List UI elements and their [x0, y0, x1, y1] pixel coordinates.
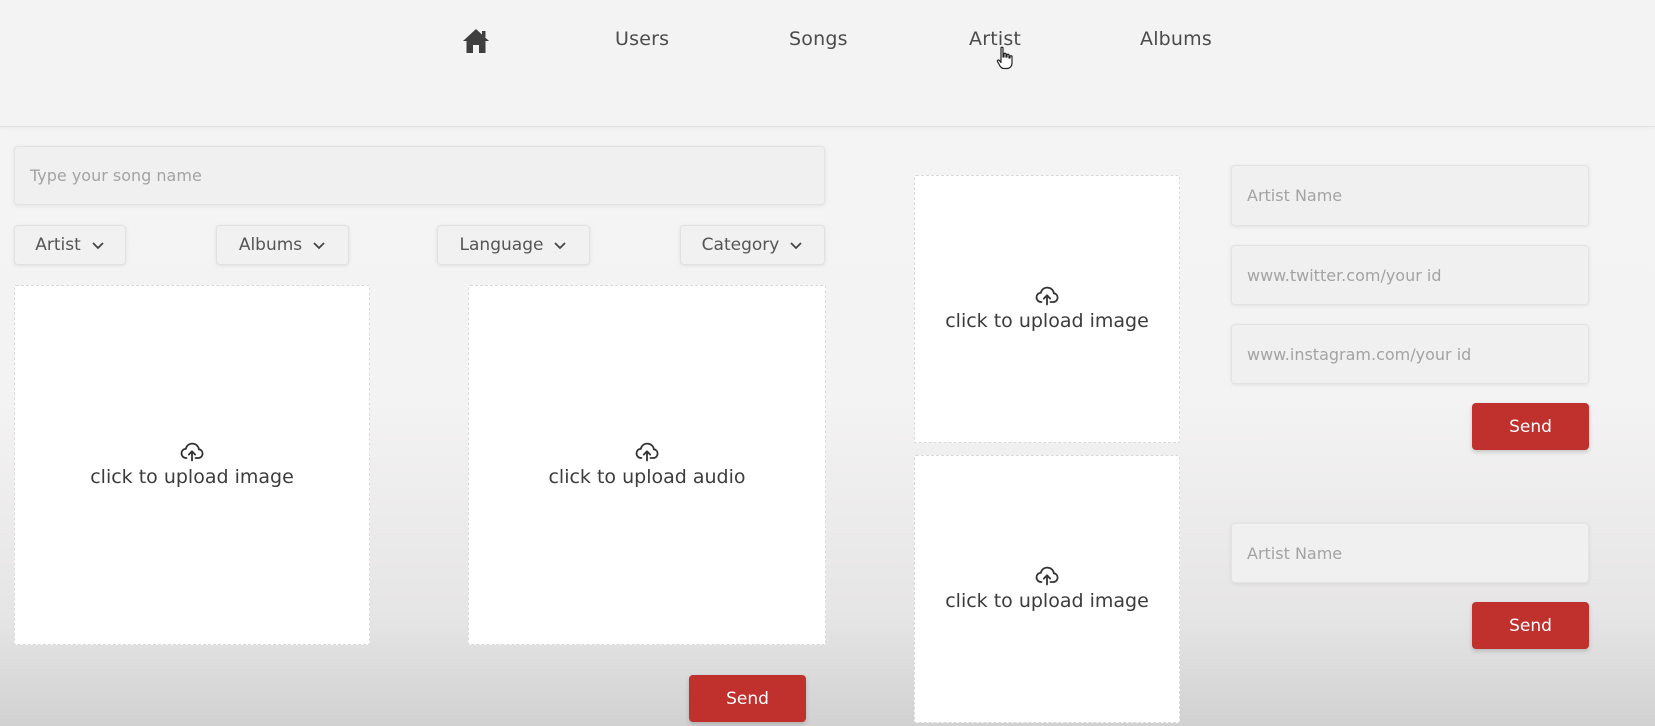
- upload-image-label: click to upload image: [90, 466, 294, 488]
- nav-users[interactable]: Users: [615, 28, 669, 50]
- instagram-url-input[interactable]: [1231, 324, 1589, 384]
- album-send-button[interactable]: Send: [1472, 602, 1589, 649]
- top-nav: Users Songs Artist Albums: [0, 0, 1655, 127]
- album-artist-name-input[interactable]: [1231, 523, 1589, 583]
- chevron-down-icon: [554, 241, 567, 249]
- song-name-input[interactable]: [14, 146, 825, 205]
- chevron-down-icon: [313, 241, 325, 249]
- twitter-url-input[interactable]: [1231, 245, 1589, 305]
- cloud-upload-icon: [1035, 566, 1059, 586]
- artist-filter-dropdown[interactable]: Artist: [14, 225, 126, 265]
- artist-name-input[interactable]: [1231, 165, 1589, 226]
- cloud-upload-icon: [180, 442, 204, 462]
- albums-filter-dropdown[interactable]: Albums: [216, 225, 349, 265]
- upload-image-label: click to upload image: [945, 590, 1149, 612]
- artist-image-upload[interactable]: click to upload image: [914, 175, 1180, 443]
- song-send-button[interactable]: Send: [689, 675, 806, 722]
- song-image-upload[interactable]: click to upload image: [14, 285, 370, 645]
- category-filter-label: Category: [701, 235, 780, 255]
- cloud-upload-icon: [635, 442, 659, 462]
- artist-filter-label: Artist: [35, 235, 81, 255]
- nav-songs[interactable]: Songs: [789, 28, 848, 50]
- song-audio-upload[interactable]: click to upload audio: [468, 285, 826, 645]
- album-image-upload[interactable]: click to upload image: [914, 455, 1180, 723]
- nav-artist[interactable]: Artist: [969, 28, 1021, 50]
- cloud-upload-icon: [1035, 286, 1059, 306]
- upload-audio-label: click to upload audio: [548, 466, 746, 488]
- artist-send-button[interactable]: Send: [1472, 403, 1589, 450]
- albums-filter-label: Albums: [238, 235, 303, 255]
- nav-albums[interactable]: Albums: [1140, 28, 1212, 50]
- language-filter-label: Language: [459, 235, 544, 255]
- category-filter-dropdown[interactable]: Category: [680, 225, 825, 265]
- upload-image-label: click to upload image: [945, 310, 1149, 332]
- language-filter-dropdown[interactable]: Language: [437, 225, 590, 265]
- chevron-down-icon: [92, 241, 104, 249]
- home-icon[interactable]: [462, 28, 490, 54]
- chevron-down-icon: [790, 241, 802, 249]
